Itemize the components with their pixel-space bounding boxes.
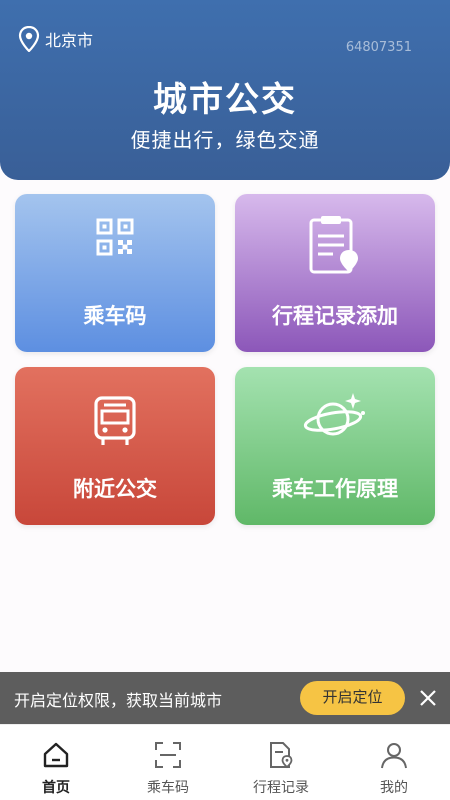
- planet-icon: [303, 393, 365, 436]
- close-icon[interactable]: [418, 688, 438, 708]
- tab-label: 首页: [42, 780, 70, 796]
- card-nearby-bus[interactable]: 附近公交: [15, 367, 215, 525]
- tab-label: 行程记录: [253, 780, 309, 796]
- bus-icon: [94, 396, 136, 445]
- app-header: 北京市 64807351 城市公交 便捷出行，绿色交通: [0, 0, 450, 180]
- card-label: 行程记录添加: [272, 304, 398, 328]
- device-id: 64807351: [345, 40, 412, 55]
- card-label: 附近公交: [73, 477, 157, 501]
- card-trip-record-add[interactable]: 行程记录添加: [235, 194, 435, 352]
- card-label: 乘车工作原理: [272, 477, 398, 501]
- tab-trip-records[interactable]: 行程记录: [225, 725, 337, 800]
- map-pin-icon: [18, 26, 40, 52]
- location-selector[interactable]: 北京市: [18, 26, 93, 52]
- user-icon: [381, 743, 407, 769]
- tab-ride-code[interactable]: 乘车码: [112, 725, 224, 800]
- document-location-icon: [270, 742, 293, 769]
- clipboard-location-icon: [309, 216, 358, 274]
- banner-text: 开启定位权限，获取当前城市: [14, 691, 223, 710]
- page-title: 城市公交: [153, 80, 297, 120]
- enable-location-button[interactable]: 开启定位: [300, 681, 405, 715]
- bottom-tab-bar: 首页 乘车码 行程记录 我的: [0, 724, 450, 800]
- tab-home[interactable]: 首页: [0, 725, 112, 800]
- card-label: 乘车码: [83, 304, 147, 328]
- tab-label: 我的: [380, 780, 408, 796]
- page-subtitle: 便捷出行，绿色交通: [130, 128, 320, 152]
- card-ride-code[interactable]: 乘车码: [15, 194, 215, 352]
- qr-code-icon: [96, 218, 134, 256]
- location-label: 北京市: [45, 31, 94, 50]
- card-how-it-works[interactable]: 乘车工作原理: [235, 367, 435, 525]
- home-icon: [43, 742, 69, 768]
- location-permission-banner: 开启定位权限，获取当前城市 开启定位: [0, 672, 450, 724]
- tab-label: 乘车码: [147, 780, 189, 796]
- tab-profile[interactable]: 我的: [338, 725, 450, 800]
- scan-icon: [155, 742, 181, 768]
